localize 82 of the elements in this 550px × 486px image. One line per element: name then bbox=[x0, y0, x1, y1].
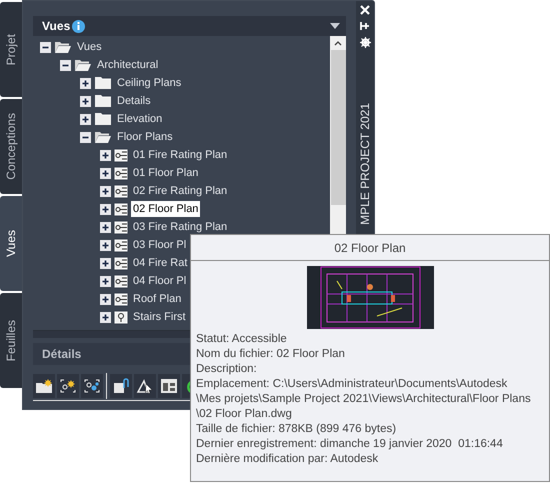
side-tab[interactable]: Projet bbox=[0, 2, 22, 97]
pin-icon[interactable] bbox=[360, 21, 370, 31]
open-folder-icon bbox=[94, 130, 112, 144]
collapse-icon[interactable] bbox=[80, 132, 91, 142]
pointer-icon bbox=[136, 378, 154, 394]
tooltip-line: Dernier enregistrement: dimanche 19 janvier 2020 01:16:44 bbox=[196, 437, 504, 452]
expand-icon[interactable] bbox=[80, 96, 91, 106]
info-icon bbox=[72, 20, 86, 32]
dropdown-icon[interactable] bbox=[330, 23, 340, 29]
close-icon[interactable] bbox=[360, 5, 370, 15]
tooltip-line: Description: bbox=[196, 362, 258, 377]
details-title: Détails bbox=[42, 346, 82, 363]
toolbar-button[interactable] bbox=[33, 374, 55, 398]
tree-item[interactable]: 03 Fire Rating Plan bbox=[131, 219, 230, 235]
toolbar-button[interactable] bbox=[110, 374, 132, 398]
attach-icon bbox=[112, 378, 130, 394]
tooltip-line: Emplacement: C:\Users\Administrateur\Documents\Autodesk bbox=[196, 377, 508, 392]
view-icon bbox=[114, 166, 128, 180]
folder-icon bbox=[94, 112, 112, 126]
side-tab[interactable]: Conceptions bbox=[0, 99, 22, 194]
open-folder-icon bbox=[54, 40, 72, 54]
tree-item[interactable]: Details bbox=[115, 93, 153, 109]
view-icon bbox=[114, 202, 128, 216]
folder-icon bbox=[94, 94, 112, 108]
tree-item[interactable]: 01 Fire Rating Plan bbox=[131, 147, 230, 163]
toolbar-button[interactable] bbox=[57, 374, 79, 398]
collapse-icon[interactable] bbox=[60, 60, 71, 70]
tree-item[interactable]: 04 Floor Pl bbox=[131, 273, 188, 289]
new-folder-icon bbox=[35, 378, 53, 394]
view-icon bbox=[114, 184, 128, 198]
new-view-icon bbox=[59, 378, 77, 394]
tree-item[interactable]: Floor Plans bbox=[115, 129, 175, 145]
toolbar-button[interactable] bbox=[81, 374, 103, 398]
view-icon bbox=[114, 274, 128, 288]
toolbar-button[interactable] bbox=[158, 374, 180, 398]
tree-item[interactable]: Elevation bbox=[115, 111, 164, 127]
expand-icon[interactable] bbox=[100, 150, 111, 160]
tree-item[interactable]: 03 Floor Pl bbox=[131, 237, 188, 253]
open-folder-icon bbox=[74, 58, 92, 72]
view-icon bbox=[114, 238, 128, 252]
tree-item[interactable]: Roof Plan bbox=[131, 291, 184, 307]
settings-icon[interactable] bbox=[360, 37, 370, 48]
tooltip-line: Taille de fichier: 878KB (899 476 bytes) bbox=[196, 422, 398, 437]
expand-icon[interactable] bbox=[80, 78, 91, 88]
tree-item[interactable]: 04 Fire Rat bbox=[131, 255, 190, 271]
tree-item[interactable]: Vues bbox=[75, 39, 104, 55]
panel-title: Vues bbox=[42, 18, 70, 35]
tree-item[interactable]: 02 Fire Rating Plan bbox=[131, 183, 230, 199]
expand-icon[interactable] bbox=[100, 276, 111, 286]
view-settings-icon bbox=[83, 378, 101, 394]
tooltip-title: 02 Floor Plan bbox=[334, 240, 406, 256]
expand-icon[interactable] bbox=[100, 168, 111, 178]
tree-item[interactable]: 01 Floor Plan bbox=[131, 165, 200, 181]
expand-icon[interactable] bbox=[100, 222, 111, 232]
expand-icon[interactable] bbox=[100, 294, 111, 304]
folder-icon bbox=[94, 76, 112, 90]
view-icon bbox=[114, 148, 128, 162]
side-tab[interactable]: Vues bbox=[0, 196, 22, 291]
tree-item[interactable]: Architectural bbox=[95, 57, 160, 73]
view-icon bbox=[114, 292, 128, 306]
tooltip-line: \Mes projets\Sample Project 2021\Views\Architectural\Floor Plans bbox=[196, 392, 532, 407]
tooltip-line: Statut: Accessible bbox=[196, 332, 288, 347]
expand-icon[interactable] bbox=[100, 240, 111, 250]
expand-icon[interactable] bbox=[100, 258, 111, 268]
expand-icon[interactable] bbox=[100, 186, 111, 196]
view-icon bbox=[114, 220, 128, 234]
tree-item[interactable]: 02 Floor Plan bbox=[131, 201, 200, 217]
tooltip-line: Nom du fichier: 02 Floor Plan bbox=[196, 347, 346, 362]
layout-icon bbox=[160, 378, 178, 394]
view-icon bbox=[114, 256, 128, 270]
tooltip-line: Dernière modification par: Autodesk bbox=[196, 452, 380, 467]
toolbar-button[interactable] bbox=[134, 374, 156, 398]
expand-icon[interactable] bbox=[100, 312, 111, 322]
project-name: MPLE PROJECT 2021 bbox=[357, 103, 373, 225]
tooltip-line: \02 Floor Plan.dwg bbox=[196, 407, 293, 422]
collapse-icon[interactable] bbox=[40, 42, 51, 52]
expand-icon[interactable] bbox=[80, 114, 91, 124]
tree-item[interactable]: Stairs First bbox=[131, 309, 188, 325]
tree-item[interactable]: Ceiling Plans bbox=[115, 75, 184, 91]
expand-icon[interactable] bbox=[100, 204, 111, 214]
section-view-icon bbox=[114, 310, 128, 324]
side-tab[interactable]: Feuilles bbox=[0, 293, 22, 388]
